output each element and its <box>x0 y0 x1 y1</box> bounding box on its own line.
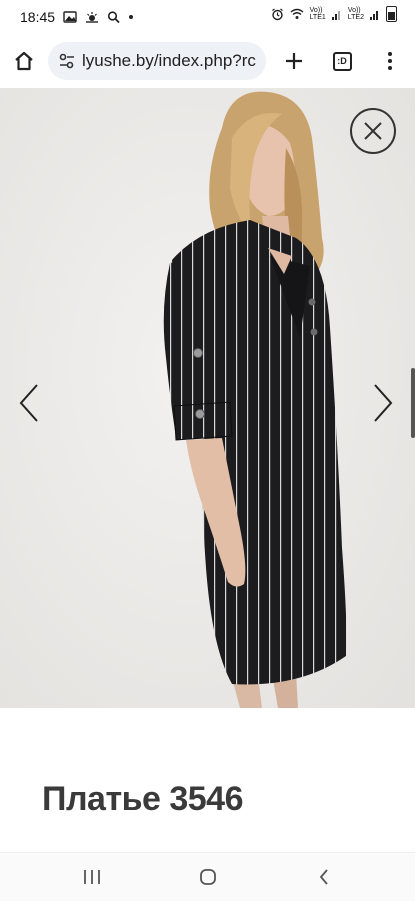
menu-button[interactable] <box>376 47 404 75</box>
gallery-notification-icon <box>63 11 77 23</box>
signal-sim1-icon <box>331 11 340 20</box>
wifi-icon <box>290 8 304 19</box>
plus-icon <box>286 53 302 69</box>
more-vert-icon <box>388 52 392 70</box>
tab-count: :D <box>332 51 352 71</box>
status-bar: 18:45 Vo)) LTE1 Vo)) LTE2 <box>0 0 415 34</box>
close-icon <box>364 122 382 140</box>
recents-button[interactable] <box>72 863 112 891</box>
alarm-icon <box>271 8 283 20</box>
battery-icon <box>386 6 397 22</box>
close-gallery-button[interactable] <box>350 108 396 154</box>
scrollbar-thumb[interactable] <box>411 368 415 438</box>
more-notifications-dot <box>129 15 134 19</box>
weather-notification-icon <box>86 12 99 23</box>
home-button[interactable] <box>10 47 38 75</box>
previous-image-button[interactable] <box>14 378 44 428</box>
back-icon <box>319 869 328 885</box>
product-title: Платье 3546 <box>42 780 244 818</box>
url-text[interactable]: lyushe.by/index.php?rc <box>82 51 256 71</box>
chevron-right-icon <box>374 384 393 422</box>
product-photo <box>0 88 415 708</box>
new-tab-button[interactable] <box>280 47 308 75</box>
status-time: 18:45 <box>20 9 56 25</box>
sim1-label: Vo)) LTE1 <box>309 7 326 21</box>
recents-icon <box>84 870 100 884</box>
sim2-label: Vo)) LTE2 <box>347 7 364 21</box>
product-image-gallery[interactable] <box>0 88 415 708</box>
nav-home-icon <box>200 869 216 885</box>
system-navigation-bar <box>0 852 415 901</box>
next-image-button[interactable] <box>368 378 398 428</box>
search-notification-icon <box>107 11 120 23</box>
browser-toolbar: lyushe.by/index.php?rc :D <box>0 34 415 88</box>
home-icon <box>15 51 33 71</box>
back-nav-button[interactable] <box>304 863 344 891</box>
address-bar[interactable]: lyushe.by/index.php?rc <box>48 42 266 80</box>
tune-icon[interactable] <box>58 52 76 70</box>
tab-switcher-button[interactable]: :D <box>328 47 356 75</box>
chevron-left-icon <box>19 384 38 422</box>
home-nav-button[interactable] <box>188 863 228 891</box>
signal-sim2-icon <box>370 11 378 20</box>
